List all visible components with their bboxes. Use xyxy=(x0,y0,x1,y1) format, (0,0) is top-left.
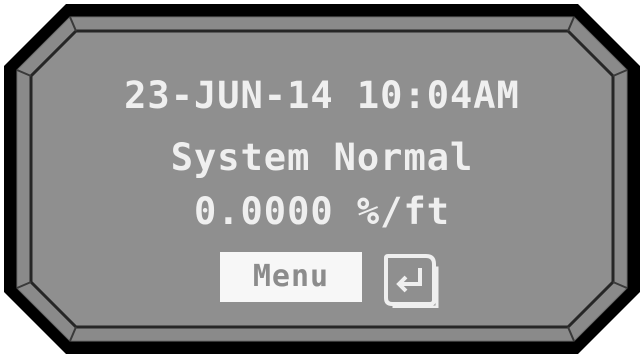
date-time-readout: 23-JUN-14 10:04AM xyxy=(124,74,520,117)
lcd-screen: 23-JUN-14 10:04AM System Normal 0.0000 %… xyxy=(40,40,604,318)
lcd-controls: Menu xyxy=(40,252,604,309)
measurement-readout: 0.0000 %/ft xyxy=(193,190,451,233)
enter-return-icon xyxy=(384,254,439,309)
lcd-device: 23-JUN-14 10:04AM System Normal 0.0000 %… xyxy=(0,0,644,358)
menu-button[interactable]: Menu xyxy=(220,252,362,302)
enter-button[interactable] xyxy=(380,250,442,309)
system-status-text: System Normal xyxy=(170,136,474,179)
